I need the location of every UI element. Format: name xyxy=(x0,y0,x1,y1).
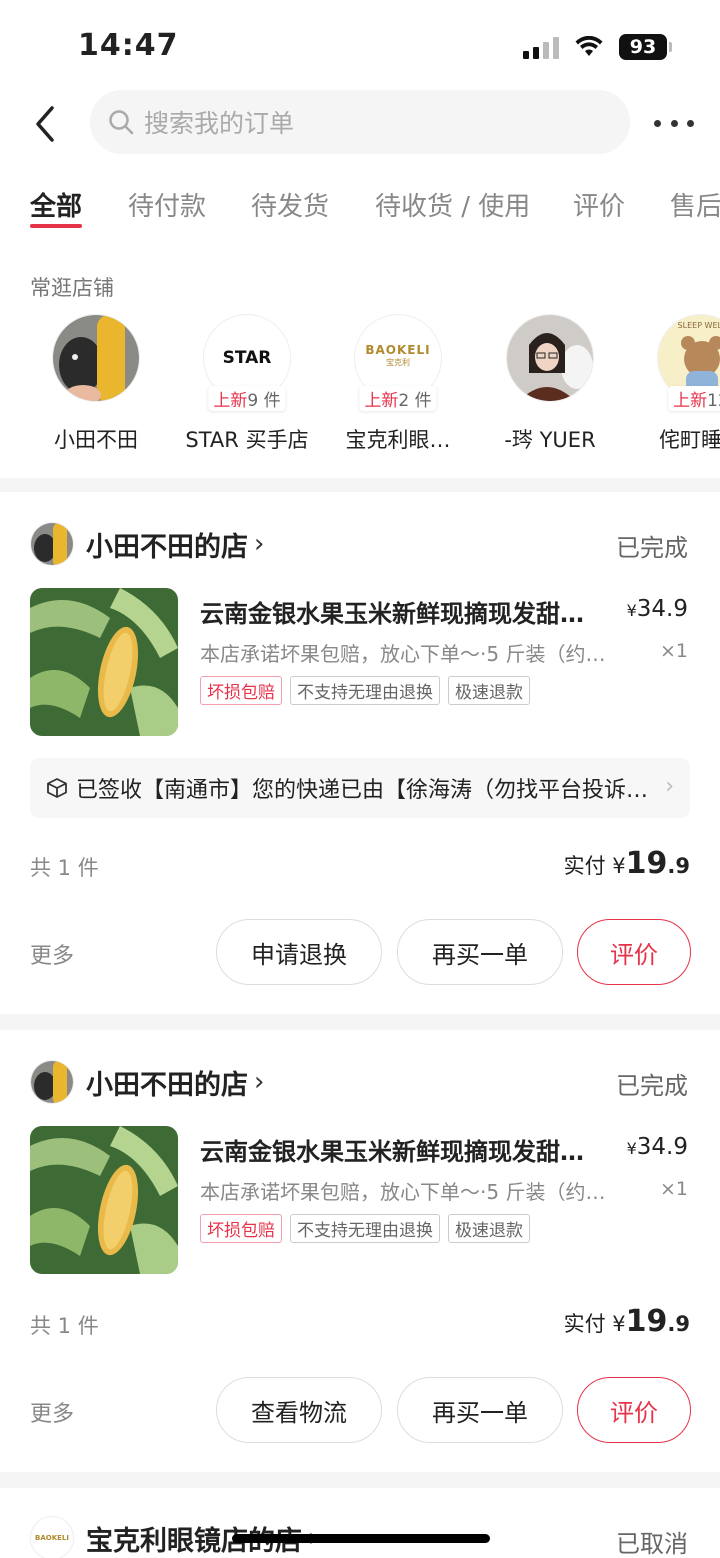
tab-pending-payment[interactable]: 待付款 xyxy=(128,186,206,223)
service-tag: 不支持无理由退换 xyxy=(290,1214,440,1243)
shop-logo-text: BAOKELI xyxy=(365,343,431,357)
tab-pending-shipment[interactable]: 待发货 xyxy=(251,186,329,223)
order-status: 已完成 xyxy=(616,534,688,562)
logistics-text: 已签收【南通市】您的快递已由【徐海涛（勿找平台投诉）】签收 xyxy=(76,778,656,803)
logistics-bar[interactable]: 已签收【南通市】您的快递已由【徐海涛（勿找平台投诉）】签收 › xyxy=(30,758,690,818)
frequent-shops-title: 常逛店铺 xyxy=(30,276,114,300)
chevron-right-icon: › xyxy=(665,774,674,799)
product-price: ¥34.9 xyxy=(626,1134,688,1160)
order-status: 已完成 xyxy=(616,1072,688,1100)
service-tag: 极速退款 xyxy=(448,676,530,705)
frequent-shops: 常逛店铺 小田不田 STAR 上新9 件 STAR 买手店 BAOKELI 宝克… xyxy=(0,248,720,478)
store-name: 小田不田的店 xyxy=(86,1069,248,1101)
active-tab-indicator xyxy=(30,224,82,228)
request-return-button[interactable]: 申请退换 xyxy=(216,919,382,985)
service-tag: 不支持无理由退换 xyxy=(290,676,440,705)
store-name: 小田不田的店 xyxy=(86,531,248,563)
shop-item[interactable]: STAR 上新9 件 STAR 买手店 xyxy=(182,314,312,454)
product-image[interactable] xyxy=(30,1126,178,1274)
shop-item[interactable]: BAOKELI 宝克利 上新2 件 宝克利眼… xyxy=(333,314,463,454)
service-tag: 坏损包赔 xyxy=(200,1214,282,1243)
shop-item[interactable]: SLEEP WELL 上新12 侘町睡… xyxy=(636,314,720,454)
more-options-icon[interactable] xyxy=(654,108,694,138)
wifi-icon xyxy=(575,36,603,56)
product-quantity: ×1 xyxy=(659,640,688,662)
chevron-right-icon: › xyxy=(254,1067,265,1097)
tab-all[interactable]: 全部 xyxy=(30,186,82,223)
search-icon xyxy=(109,110,134,135)
buy-again-button[interactable]: 再买一单 xyxy=(397,919,563,985)
store-avatar: BAOKELI xyxy=(30,1516,74,1558)
shop-avatar xyxy=(52,314,140,402)
item-count: 共 1 件 xyxy=(30,1314,99,1338)
order-card: 小田不田的店 › 已完成 云南金银水果玉米新鲜现摘现发甜玉米 ¥34.9 本店承… xyxy=(0,492,720,1014)
tab-review[interactable]: 评价 xyxy=(573,186,625,223)
status-bar: 14:47 93 xyxy=(0,0,720,88)
status-icons: 93 xyxy=(523,34,672,60)
store-logo-text: BAOKELI xyxy=(35,1534,69,1542)
search-input[interactable]: 搜索我的订单 xyxy=(90,90,630,154)
shop-new-badge: 上新2 件 xyxy=(359,386,437,411)
store-avatar xyxy=(30,1060,74,1104)
service-tag: 坏损包赔 xyxy=(200,676,282,705)
product-spec: 本店承诺坏果包赔，放心下单～·5 斤装（约8-10根） xyxy=(200,642,612,666)
item-count: 共 1 件 xyxy=(30,856,99,880)
back-arrow-icon[interactable] xyxy=(32,104,62,144)
review-button[interactable]: 评价 xyxy=(577,1377,691,1443)
paid-amount: 实付 ¥19.9 xyxy=(563,1304,690,1339)
product-tags: 坏损包赔 不支持无理由退换 极速退款 xyxy=(200,1214,530,1243)
shop-name: STAR 买手店 xyxy=(185,428,309,452)
product-price: ¥34.9 xyxy=(626,596,688,622)
status-time: 14:47 xyxy=(78,28,179,63)
store-link[interactable]: 小田不田的店 › xyxy=(30,522,264,566)
store-link[interactable]: 小田不田的店 › xyxy=(30,1060,264,1104)
tab-pending-receipt[interactable]: 待收货 / 使用 xyxy=(375,186,530,223)
order-card: BAOKELI 宝克利眼镜店的店 › 已取消 xyxy=(0,1488,720,1558)
buy-again-button[interactable]: 再买一单 xyxy=(397,1377,563,1443)
shop-item[interactable]: 小田不田 xyxy=(31,314,161,454)
cellular-signal-icon xyxy=(523,35,559,59)
shop-name: 侘町睡… xyxy=(659,428,720,452)
more-actions-link[interactable]: 更多 xyxy=(30,1396,74,1428)
battery-level: 93 xyxy=(619,34,667,60)
product-image[interactable] xyxy=(30,588,178,736)
shop-name: 小田不田 xyxy=(54,428,138,452)
more-actions-link[interactable]: 更多 xyxy=(30,938,74,970)
shop-new-badge: 上新12 xyxy=(668,386,720,411)
store-avatar xyxy=(30,522,74,566)
battery-icon: 93 xyxy=(619,34,672,60)
package-icon xyxy=(47,778,67,798)
search-placeholder: 搜索我的订单 xyxy=(144,109,295,138)
review-button[interactable]: 评价 xyxy=(577,919,691,985)
chevron-right-icon: › xyxy=(254,529,265,559)
shop-item[interactable]: -琌 YUER xyxy=(485,314,615,454)
paid-amount: 实付 ¥19.9 xyxy=(563,846,690,881)
tab-after-sales[interactable]: 售后 xyxy=(670,186,720,223)
shop-avatar xyxy=(506,314,594,402)
shop-logo-subtext: 宝克利 xyxy=(386,358,410,367)
header: 搜索我的订单 xyxy=(0,88,720,158)
shop-name: 宝克利眼… xyxy=(345,428,451,452)
shop-name: -琌 YUER xyxy=(504,428,596,452)
service-tag: 极速退款 xyxy=(448,1214,530,1243)
product-tags: 坏损包赔 不支持无理由退换 极速退款 xyxy=(200,676,530,705)
order-tabs: 全部 待付款 待发货 待收货 / 使用 评价 售后 xyxy=(0,158,720,248)
home-indicator xyxy=(232,1534,490,1543)
view-logistics-button[interactable]: 查看物流 xyxy=(216,1377,382,1443)
product-spec: 本店承诺坏果包赔，放心下单～·5 斤装（约8-10根） xyxy=(200,1180,612,1204)
order-card: 小田不田的店 › 已完成 云南金银水果玉米新鲜现摘现发甜玉米 ¥34.9 本店承… xyxy=(0,1030,720,1472)
product-quantity: ×1 xyxy=(659,1178,688,1200)
product-title[interactable]: 云南金银水果玉米新鲜现摘现发甜玉米 xyxy=(200,1132,600,1167)
shop-new-badge: 上新9 件 xyxy=(208,386,286,411)
product-title[interactable]: 云南金银水果玉米新鲜现摘现发甜玉米 xyxy=(200,594,600,629)
order-status: 已取消 xyxy=(616,1530,688,1558)
shop-logo-text: SLEEP WELL xyxy=(677,321,720,330)
